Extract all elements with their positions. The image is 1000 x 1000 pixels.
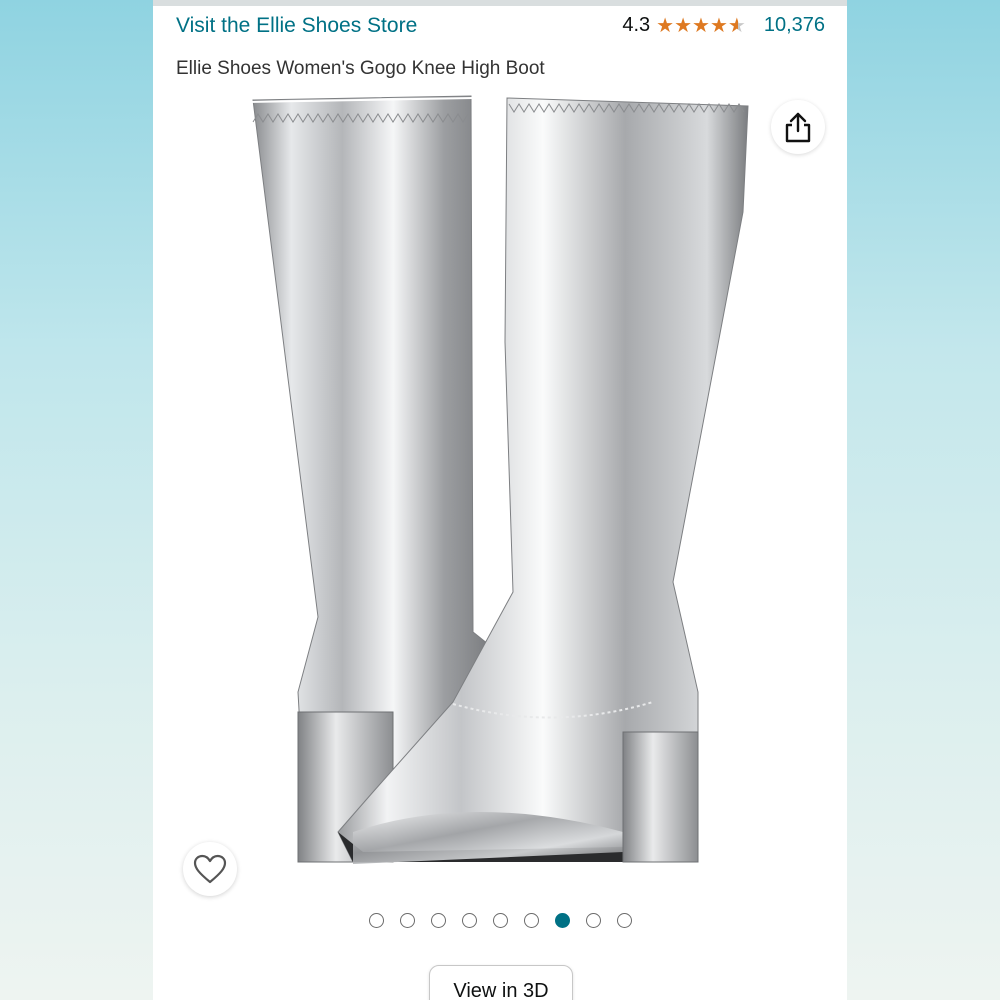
- background-left: [0, 0, 153, 1000]
- rating-value: 4.3: [622, 14, 651, 36]
- half-star-icon: ★: [727, 14, 746, 37]
- star-rating: ★ ★ ★ ★ ★: [656, 16, 746, 36]
- product-image[interactable]: [153, 92, 847, 900]
- star-icon: ★: [674, 14, 693, 37]
- carousel-dot[interactable]: [523, 913, 539, 928]
- view-in-3d-button[interactable]: View in 3D: [429, 965, 573, 1000]
- rating-summary[interactable]: 4.3 ★ ★ ★ ★ ★ 10,376: [622, 14, 825, 37]
- carousel-dot[interactable]: [492, 913, 508, 928]
- carousel-dot[interactable]: [399, 913, 415, 928]
- share-button[interactable]: [771, 100, 825, 154]
- star-icon: ★: [692, 14, 710, 37]
- star-icon: ★: [656, 14, 675, 37]
- heart-icon: [193, 854, 227, 884]
- carousel-dot[interactable]: [585, 913, 601, 928]
- store-link[interactable]: Visit the Ellie Shoes Store: [176, 14, 417, 38]
- carousel-dot[interactable]: [430, 913, 446, 928]
- carousel-dot[interactable]: [461, 913, 477, 928]
- boots-image: [247, 95, 749, 864]
- share-icon: [785, 112, 811, 143]
- carousel-dot[interactable]: [616, 913, 632, 928]
- top-divider: [153, 0, 847, 6]
- favorite-button[interactable]: [183, 842, 237, 896]
- product-title: Ellie Shoes Women's Gogo Knee High Boot: [176, 58, 545, 79]
- carousel-indicators: [153, 913, 847, 928]
- carousel-dot[interactable]: [554, 913, 570, 928]
- product-panel: Visit the Ellie Shoes Store 4.3 ★ ★ ★ ★ …: [153, 0, 847, 1000]
- carousel-dot[interactable]: [368, 913, 384, 928]
- star-icon: ★: [709, 14, 728, 37]
- background-right: [847, 0, 1000, 1000]
- review-count[interactable]: 10,376: [764, 14, 825, 37]
